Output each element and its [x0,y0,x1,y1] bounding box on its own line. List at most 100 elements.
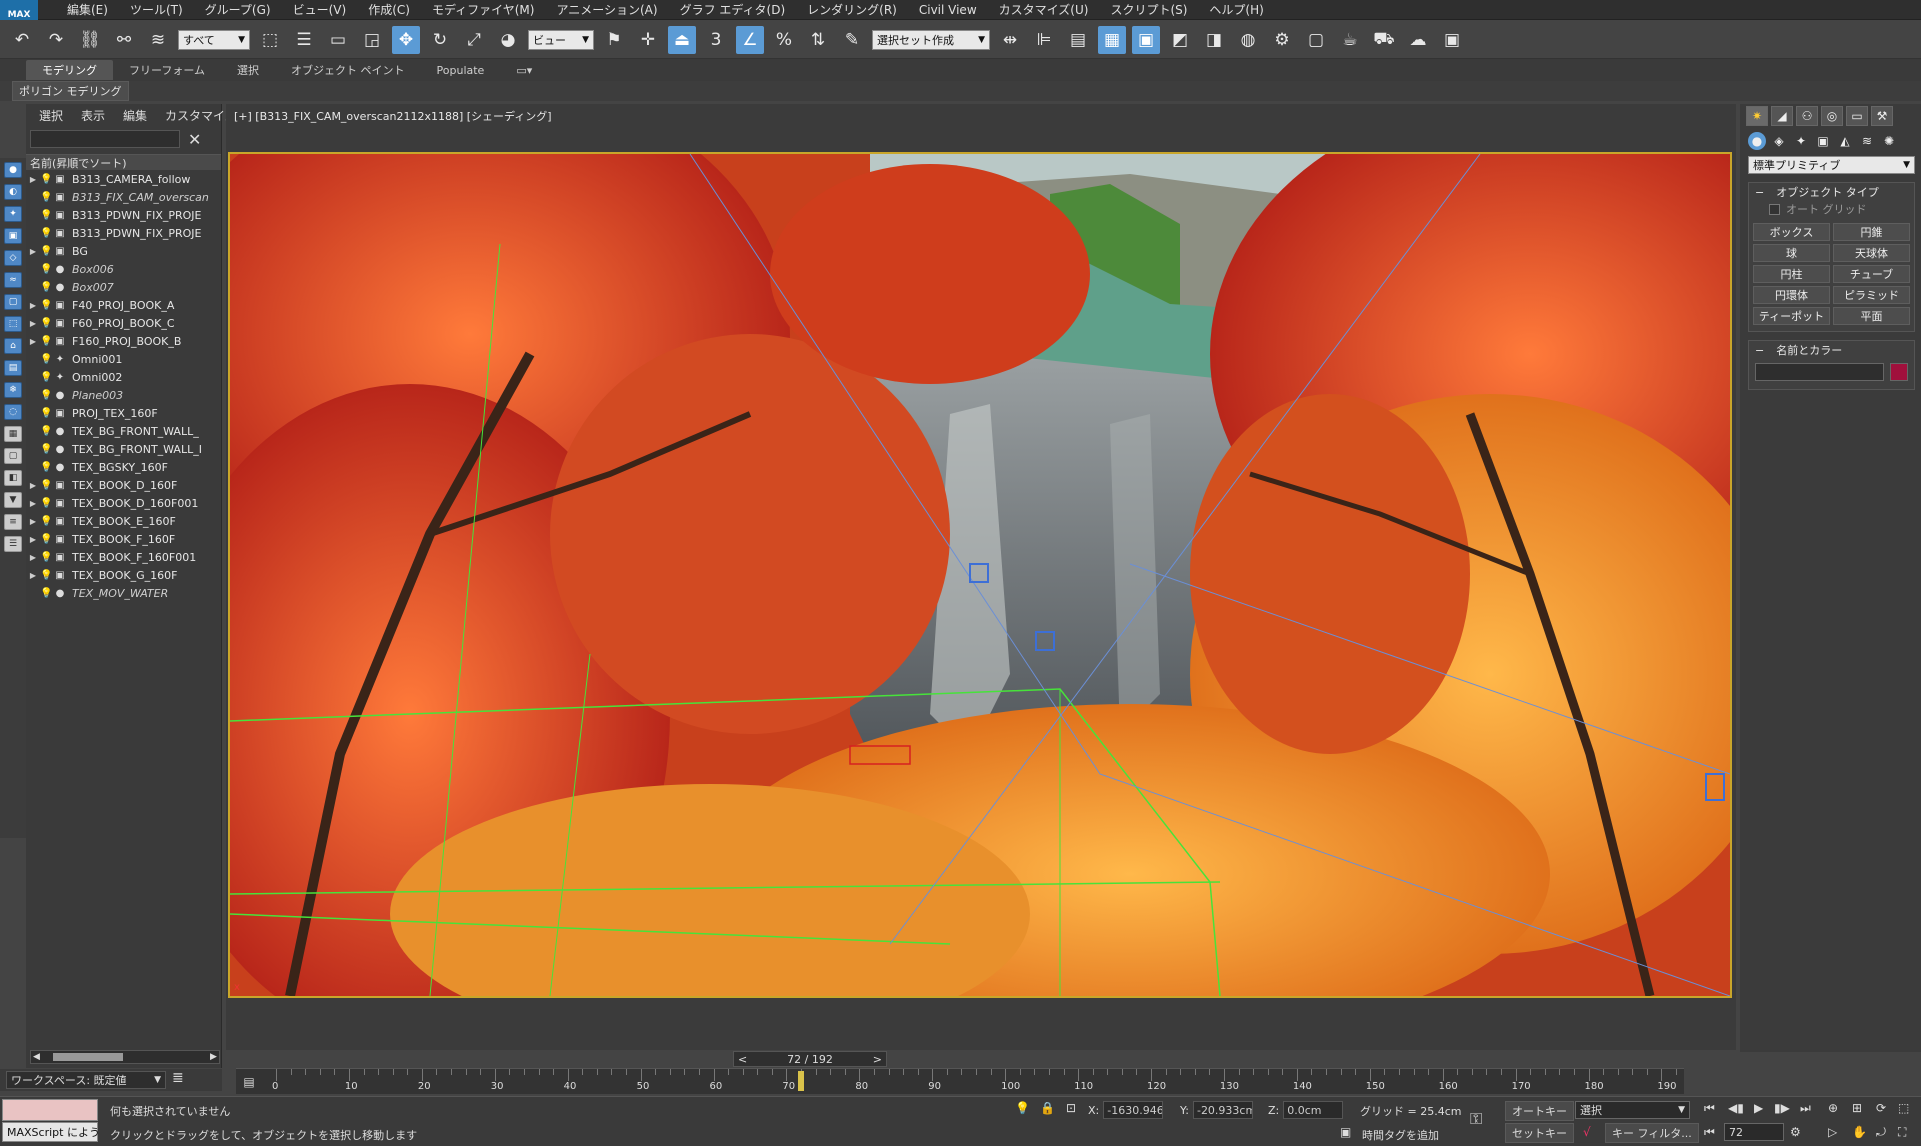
menu-view[interactable]: ビュー(V) [282,1,358,18]
explorer-hscrollbar[interactable]: ◀ ▶ [30,1050,220,1064]
explorer-menu-select[interactable]: 選択 [30,107,72,124]
rotate-icon[interactable]: ↻ [426,26,454,54]
explorer-row[interactable]: ▶ 💡 ▣ F160_PROJ_BOOK_B [26,332,221,350]
visibility-icon[interactable]: 💡 [40,336,52,347]
menu-animation[interactable]: アニメーション(A) [545,1,668,18]
toggle-ribbon-icon[interactable]: ▣ [1132,25,1160,54]
setkey-button[interactable]: セットキー [1505,1123,1574,1143]
layer-explorer-icon[interactable]: ▤ [1064,26,1092,54]
key-set-dropdown[interactable]: 選択 ▼ [1575,1101,1690,1119]
curve-editor-icon[interactable]: ◩ [1166,26,1194,54]
motion-icon[interactable]: ◎ [1821,106,1843,126]
time-slider[interactable]: < 72 / 192 > [733,1051,887,1067]
cameras-icon[interactable]: ▣ [1814,132,1832,150]
visibility-icon[interactable]: 💡 [40,228,52,239]
explorer-row[interactable]: ▶ 💡 ▣ TEX_BOOK_E_160F [26,512,221,530]
viewport-render[interactable]: x [228,152,1732,998]
explorer-row[interactable]: 💡 ✦ Omni002 [26,368,221,386]
display-cameras-icon[interactable]: ▣ [4,228,22,244]
visibility-icon[interactable]: 💡 [40,480,52,491]
menu-scripting[interactable]: スクリプト(S) [1099,1,1198,18]
keyboard-shortcut-icon[interactable]: ⏏ [668,25,696,54]
render-setup-icon[interactable]: ⚙ [1268,26,1296,54]
min-max-toggle-icon[interactable]: ⛶ [1898,1125,1906,1140]
render-cloud-icon[interactable]: ☁ [1404,26,1432,54]
teapot-button[interactable]: ティーポット [1753,307,1830,325]
maxscript-listener[interactable] [2,1099,98,1121]
display-icon[interactable]: ▭ [1846,106,1868,126]
list-icon[interactable]: ☰ [4,536,22,552]
hierarchy-icon[interactable]: ⚇ [1796,106,1818,126]
zoom-all-icon[interactable]: ⊞ [1852,1101,1862,1115]
key-mode-icon[interactable]: √ [1583,1125,1591,1139]
close-icon[interactable]: ✕ [188,130,201,149]
visibility-icon[interactable]: 💡 [40,390,52,401]
ribbon-tab-object-paint[interactable]: オブジェクト ペイント [275,60,421,80]
placement-icon[interactable]: ◕ [494,26,522,54]
helpers-icon[interactable]: ◭ [1836,132,1854,150]
explorer-menu-display[interactable]: 表示 [72,107,114,124]
cylinder-button[interactable]: 円柱 [1753,265,1830,283]
polygon-modeling-panel[interactable]: ポリゴン モデリング [12,81,129,101]
menu-create[interactable]: 作成(C) [357,1,421,18]
snap-icon[interactable]: 3 [702,26,730,54]
prev-key-icon[interactable]: ◀▮ [1728,1101,1744,1115]
visibility-icon[interactable]: 💡 [40,246,52,257]
percent-snap-icon[interactable]: % [770,26,798,54]
expand-icon[interactable]: ▶ [26,481,40,490]
app-logo-button[interactable]: MAX [0,0,38,20]
explorer-menu-edit[interactable]: 編集 [114,107,156,124]
rendered-frame-icon[interactable]: ▢ [1302,26,1330,54]
plane-button[interactable]: 平面 [1833,307,1910,325]
select-object-icon[interactable]: ⬚ [256,26,284,54]
object-type-header[interactable]: − オブジェクト タイプ [1749,183,1914,201]
maximize-viewport-icon[interactable]: ⬚ [1898,1101,1909,1115]
current-frame-marker[interactable] [798,1071,804,1091]
align-icon[interactable]: ⊫ [1030,26,1058,54]
orbit-icon[interactable]: ⟳ [1876,1101,1886,1115]
walkthrough-icon[interactable]: ⤾ [1876,1125,1886,1140]
viewport-label[interactable]: [+] [B313_FIX_CAM_overscan2112x1188] [シェ… [234,108,552,124]
display-geometry-icon[interactable]: ● [4,162,22,178]
scroll-right-icon[interactable]: ▶ [210,1052,217,1062]
display-all-icon[interactable]: ▦ [4,426,22,442]
geosphere-button[interactable]: 天球体 [1833,244,1910,262]
current-frame-field[interactable]: 72 [1724,1123,1784,1141]
spinner-snap-icon[interactable]: ⇅ [804,26,832,54]
key-mode-toggle-icon[interactable]: ⏮ [1704,1125,1715,1140]
expand-icon[interactable]: ▶ [26,337,40,346]
explorer-row[interactable]: ▶ 💡 ▣ B313_CAMERA_follow [26,170,221,188]
bind-space-warp-icon[interactable]: ≋ [144,26,172,54]
time-config-icon[interactable]: ⚙ [1790,1125,1801,1139]
explorer-row[interactable]: 💡 ▣ B313_PDWN_FIX_PROJE [26,206,221,224]
name-color-header[interactable]: − 名前とカラー [1749,341,1914,359]
visibility-icon[interactable]: 💡 [40,192,52,203]
explorer-row[interactable]: ▶ 💡 ▣ BG [26,242,221,260]
isolate-icon[interactable]: 💡 [1015,1101,1030,1115]
pan-icon[interactable]: ✋ [1852,1125,1867,1139]
a360-icon[interactable]: ▣ [1438,26,1466,54]
display-shapes-icon[interactable]: ◐ [4,184,22,200]
display-spacewarps-icon[interactable]: ≈ [4,272,22,288]
explorer-row[interactable]: 💡 ▣ PROJ_TEX_160F [26,404,221,422]
autogrid-checkbox[interactable]: オート グリッド [1749,201,1914,221]
x-field[interactable]: -1630.946 [1103,1101,1164,1119]
ribbon-tab-populate[interactable]: Populate [421,62,501,79]
tube-button[interactable]: チューブ [1833,265,1910,283]
edit-named-sel-icon[interactable]: ✎ [838,26,866,54]
checkbox-icon[interactable] [1769,203,1780,215]
visibility-icon[interactable]: 💡 [40,174,52,185]
explorer-row[interactable]: ▶ 💡 ▣ TEX_BOOK_G_160F [26,566,221,584]
track-bar[interactable]: ▤ 0 10 20 30 40 50 60 70 80 90 100 110 120 130 140 150 1… [236,1068,1684,1094]
explorer-row[interactable]: ▶ 💡 ▣ TEX_BOOK_F_160F [26,530,221,548]
expand-icon[interactable]: ▶ [26,517,40,526]
angle-snap-icon[interactable]: ∠ [736,25,764,54]
display-hidden-icon[interactable]: ◌ [4,404,22,420]
visibility-icon[interactable]: 💡 [40,210,52,221]
z-field[interactable]: 0.0cm [1283,1101,1344,1119]
systems-icon[interactable]: ✺ [1880,132,1898,150]
expand-icon[interactable]: ▶ [26,301,40,310]
zoom-icon[interactable]: ⊕ [1828,1101,1838,1115]
box-button[interactable]: ボックス [1753,223,1830,241]
ribbon-tab-selection[interactable]: 選択 [221,60,275,80]
